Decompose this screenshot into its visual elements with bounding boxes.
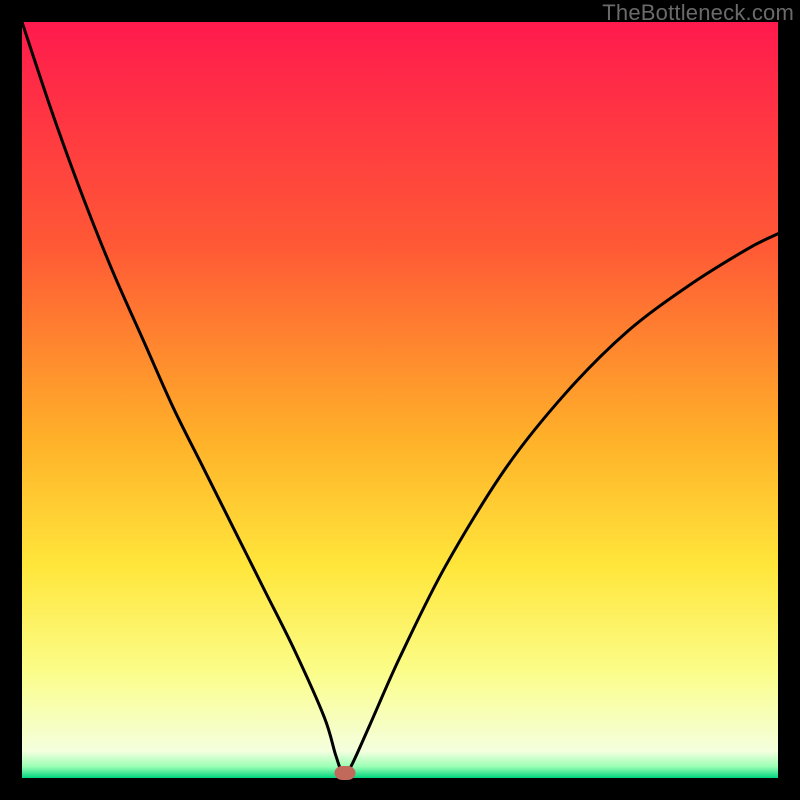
chart-frame — [22, 22, 778, 778]
watermark-text: TheBottleneck.com — [602, 0, 794, 26]
optimal-point-marker — [334, 766, 355, 780]
gradient-background — [22, 22, 778, 778]
bottleneck-chart — [22, 22, 778, 778]
